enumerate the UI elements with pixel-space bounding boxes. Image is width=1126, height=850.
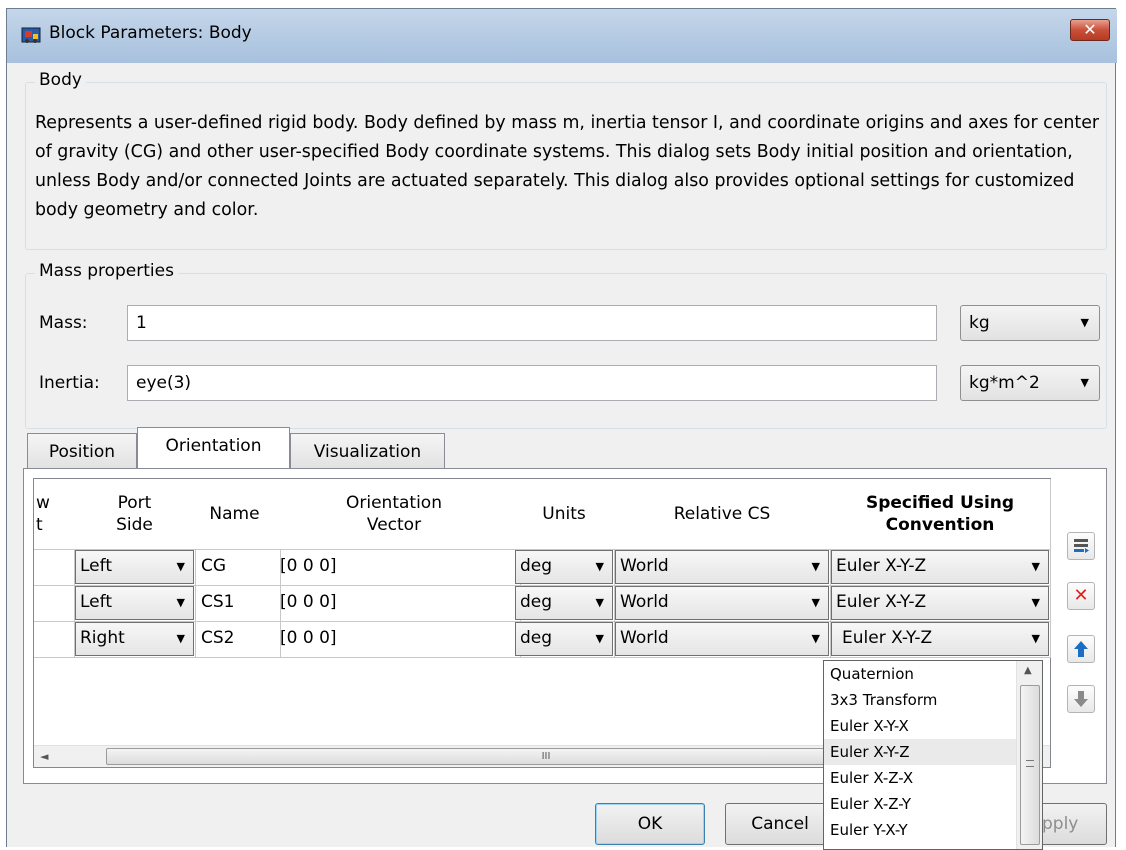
inertia-field[interactable]: eye(3) [127,365,937,401]
simulink-block-icon [21,25,41,45]
close-button[interactable]: ✕ [1070,19,1110,41]
row-selector[interactable] [34,621,75,658]
scroll-thumb[interactable] [1020,685,1040,845]
mass-unit-select[interactable]: kg ▼ [960,305,1100,341]
move-down-button[interactable] [1067,685,1095,713]
move-up-icon [1074,641,1088,657]
chevron-down-icon: ▼ [1031,560,1040,573]
convention-select-open[interactable]: Euler X-Y-Z ▼ [830,621,1051,658]
title-bar[interactable]: Block Parameters: Body ✕ [7,9,1117,63]
dropdown-option[interactable]: 3x3 Transform [824,687,1042,713]
mass-properties-legend: Mass properties [35,261,178,281]
name-cell[interactable]: CS1 [195,585,281,622]
ok-button[interactable]: OK [595,803,705,845]
chevron-down-icon: ▼ [811,560,820,573]
row-selector[interactable] [34,585,75,622]
orientation-vector-cell[interactable]: [0 0 0] [274,621,521,658]
cancel-button[interactable]: Cancel [725,803,835,845]
body-group-legend: Body [35,70,86,90]
chevron-down-icon: ▼ [1031,596,1040,609]
inertia-unit-select[interactable]: kg*m^2 ▼ [960,365,1100,401]
dialog-window: Block Parameters: Body ✕ Body Represents… [6,8,1117,850]
chevron-down-icon: ▼ [595,596,604,609]
add-row-button[interactable] [1067,532,1095,560]
move-up-button[interactable] [1067,635,1095,663]
header-units: Units [514,479,615,550]
convention-select[interactable]: Euler X-Y-Z ▼ [830,585,1051,622]
port-side-value: Left [80,556,112,576]
units-select[interactable]: deg ▼ [514,621,615,658]
header-orientation-vector: Orientation Vector [274,479,515,550]
row-selector[interactable] [34,549,75,586]
body-description: Represents a user-defined rigid body. Bo… [35,113,1100,220]
relative-cs-select[interactable]: World ▼ [614,549,831,586]
dropdown-option[interactable]: Euler X-Z-X [824,765,1042,791]
port-side-select[interactable]: Right ▼ [74,621,196,658]
close-icon: ✕ [1083,20,1097,39]
scroll-up-icon[interactable]: ▲ [1024,665,1032,676]
port-side-value: Right [80,628,125,648]
convention-dropdown-list[interactable]: Quaternion 3x3 Transform Euler X-Y-X Eul… [823,660,1043,850]
window-title: Block Parameters: Body [49,23,252,43]
convention-value: Euler X-Y-Z [836,592,927,612]
relative-cs-value: World [620,556,669,576]
dropdown-option-selected[interactable]: Euler X-Y-Z [824,739,1042,765]
units-value: deg [520,628,553,648]
add-row-icon [1074,539,1089,553]
port-side-select[interactable]: Left ▼ [74,549,196,586]
relative-cs-value: World [620,628,669,648]
header-relative-cs: Relative CS [614,479,831,550]
chevron-down-icon: ▼ [176,560,185,573]
move-down-icon [1074,691,1088,707]
scroll-left-icon[interactable]: ◄ [40,747,48,767]
header-show-port: w t [34,479,77,550]
header-name: Name [195,479,275,550]
port-side-select[interactable]: Left ▼ [74,585,196,622]
convention-select[interactable]: Euler X-Y-Z ▼ [830,549,1051,586]
orientation-vector-cell[interactable]: [0 0 0] [274,585,521,622]
orientation-vector-cell[interactable]: [0 0 0] [274,549,521,586]
units-value: deg [520,592,553,612]
chevron-down-icon: ▼ [811,632,820,645]
mass-unit-value: kg [969,313,990,333]
chevron-down-icon: ▼ [595,632,604,645]
chevron-down-icon: ▼ [176,596,185,609]
units-select[interactable]: deg ▼ [514,549,615,586]
chevron-down-icon: ▼ [176,632,185,645]
mass-properties-group [25,273,1107,429]
name-cell[interactable]: CS2 [195,621,281,658]
tab-position[interactable]: Position [27,433,137,471]
name-cell[interactable]: CG [195,549,281,586]
header-port-side: Port Side [74,479,196,550]
dropdown-scrollbar[interactable]: ▲ [1016,661,1042,849]
delete-row-icon: ✕ [1073,585,1089,606]
inertia-label: Inertia: [39,373,100,393]
mass-field[interactable]: 1 [127,305,937,341]
grip-icon [1026,760,1034,767]
port-side-value: Left [80,592,112,612]
chevron-down-icon: ▼ [595,560,604,573]
convention-value: Euler X-Y-Z [842,628,933,648]
tab-visualization[interactable]: Visualization [290,433,445,471]
relative-cs-select[interactable]: World ▼ [614,585,831,622]
relative-cs-select[interactable]: World ▼ [614,621,831,658]
dropdown-option[interactable]: Euler X-Z-Y [824,791,1042,817]
delete-row-button[interactable]: ✕ [1067,582,1095,610]
inertia-unit-value: kg*m^2 [969,373,1040,393]
chevron-down-icon: ▼ [1031,632,1040,645]
grip-icon: III [541,751,551,762]
units-value: deg [520,556,553,576]
chevron-down-icon: ▼ [1080,316,1089,329]
dropdown-option[interactable]: Euler X-Y-X [824,713,1042,739]
mass-label: Mass: [39,313,88,333]
dropdown-option[interactable]: Quaternion [824,661,1042,687]
convention-value: Euler X-Y-Z [836,556,927,576]
chevron-down-icon: ▼ [1080,376,1089,389]
header-specified-using: Specified Using Convention [830,479,1051,550]
units-select[interactable]: deg ▼ [514,585,615,622]
dropdown-option[interactable]: Euler Y-X-Y [824,817,1042,843]
relative-cs-value: World [620,592,669,612]
tab-orientation[interactable]: Orientation [137,427,290,469]
chevron-down-icon: ▼ [811,596,820,609]
